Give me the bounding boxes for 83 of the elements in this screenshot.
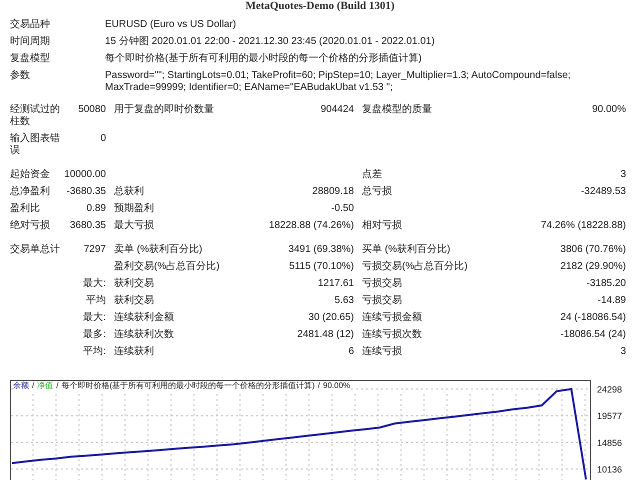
table-cell-text: 起始资金 bbox=[10, 169, 51, 181]
table-cell-text: 平均 bbox=[85, 295, 107, 307]
table-cell-text: 2481.48 (12) bbox=[296, 329, 355, 341]
legend-label: / bbox=[32, 381, 34, 391]
table-cell-text: 连续获利金额 bbox=[113, 312, 175, 324]
axis-label: 24298 bbox=[597, 384, 622, 395]
table-cell-text: 10000.00 bbox=[64, 169, 107, 181]
field-label: 复盘模型 bbox=[10, 53, 51, 65]
table-cell-text: 用于复盘的即时价数量 bbox=[113, 104, 215, 117]
table-cell-text: 30 (20.65) bbox=[307, 312, 355, 324]
axis-label: 10136 bbox=[597, 464, 622, 475]
table-cell-text: 连续获利次数 bbox=[113, 329, 175, 341]
field-label: 交易品种 bbox=[10, 19, 51, 31]
table-cell-text: 3806 (70.76%) bbox=[559, 244, 627, 256]
field-value: 每个即时价格(基于所有可利用的最小时段的每一个价格的分形插值计算) bbox=[105, 53, 423, 65]
table-cell-text: -3185.20 bbox=[586, 278, 627, 290]
table-cell-text: 交易单总计 bbox=[10, 244, 61, 256]
table-cell-text: 最大亏损 bbox=[113, 220, 155, 232]
table-cell-text: 总亏损 bbox=[361, 186, 393, 198]
table-cell-text: 28809.18 bbox=[311, 186, 355, 198]
table-cell-text: 绝对亏损 bbox=[10, 220, 51, 232]
table-cell-text: 亏损交易(%占总百分比) bbox=[361, 261, 469, 273]
field-value: 15 分钟图 2020.01.01 22:00 - 2021.12.30 23:45 (2020.01.01 - 2022.01.01) bbox=[105, 36, 436, 48]
field-label: 时间周期 bbox=[10, 36, 51, 48]
table-cell-text: 连续亏损 bbox=[361, 346, 403, 358]
legend-label: 余额 bbox=[13, 381, 29, 391]
table-cell-text: 24 (-18086.54) bbox=[559, 312, 627, 324]
field-value: EURUSD (Euro vs US Dollar) bbox=[105, 19, 238, 31]
table-cell-text: 5.63 bbox=[334, 295, 355, 307]
table-cell-text: 904424 bbox=[320, 104, 355, 117]
table-cell-text: 2182 (29.90%) bbox=[559, 261, 627, 273]
table-cell-text: 0.89 bbox=[86, 203, 107, 215]
table-cell-text: 3 bbox=[619, 346, 627, 358]
table-cell-text: 预期盈利 bbox=[113, 203, 155, 215]
table-cell-text: 平均: bbox=[82, 346, 107, 358]
table-cell-text: -14.89 bbox=[596, 295, 627, 307]
table-cell-text: 6 bbox=[347, 346, 355, 358]
table-cell-text: 7297 bbox=[82, 244, 107, 256]
table-cell-text: 获利交易 bbox=[113, 278, 155, 290]
table-cell-text: 5115 (70.10%) bbox=[288, 261, 355, 273]
table-cell-text: 3491 (69.38%) bbox=[287, 244, 355, 256]
table-cell-text: 50080 bbox=[77, 104, 107, 117]
table-cell-text: 盈利交易(%占总百分比) bbox=[113, 261, 221, 273]
axis-label: 14856 bbox=[597, 438, 622, 448]
legend-label: 90.00% bbox=[323, 381, 350, 391]
field-value: Password=""; StartingLots=0.01; TakeProfit=60; PipStep=10; Layer_Multiplier=1.3; AutoCompound=false; MaxTrade=99999; Identifier=0; EAName="EABudakUbat v1.53 "; bbox=[105, 70, 572, 94]
table-cell-text: 经测试过的柱数 bbox=[10, 104, 61, 128]
legend-label: / bbox=[56, 381, 58, 391]
table-cell-text: 总获利 bbox=[113, 186, 145, 198]
table-cell-text: 最大: bbox=[82, 278, 107, 290]
table-cell-text: 总净盈利 bbox=[10, 186, 51, 198]
table-cell-text: 盈利比 bbox=[10, 203, 41, 215]
table-cell-text: 输入图表错误 bbox=[10, 133, 61, 157]
table-cell-text: 最多: bbox=[82, 329, 107, 341]
field-label: 参数 bbox=[10, 70, 31, 83]
table-cell-text: 18228.88 (74.26%) bbox=[268, 220, 355, 232]
table-cell-text: 3680.35 bbox=[68, 220, 107, 232]
table-cell-text: 0 bbox=[99, 133, 107, 146]
table-cell-text: 最大: bbox=[82, 312, 107, 324]
table-cell-text: 连续亏损金额 bbox=[361, 312, 423, 324]
table-cell-text: 点差 bbox=[361, 169, 383, 181]
table-cell-text: 复盘模型的质量 bbox=[361, 104, 433, 117]
report-title: MetaQuotes-Demo (Build 1301) bbox=[244, 0, 396, 13]
table-cell-text: 亏损交易 bbox=[361, 295, 403, 307]
legend-label: 每个即时价格(基于所有可利用的最小时段的每一个价格的分形插值计算) bbox=[61, 381, 315, 391]
table-cell-text: 3 bbox=[619, 169, 627, 181]
table-cell-text: 买单 (%获利百分比) bbox=[361, 244, 452, 256]
table-cell-text: 亏损交易 bbox=[361, 278, 403, 290]
table-cell-text: 相对亏损 bbox=[361, 220, 403, 232]
table-cell-text: 74.26% (18228.88) bbox=[540, 220, 627, 232]
table-cell-text: -0.50 bbox=[330, 203, 355, 215]
legend-label: / bbox=[318, 381, 320, 391]
legend-label: 净值 bbox=[37, 381, 54, 391]
table-cell-text: -18086.54 (24) bbox=[559, 329, 627, 341]
table-cell-text: 获利交易 bbox=[113, 295, 155, 307]
table-cell-text: 连续获利 bbox=[113, 346, 155, 358]
table-cell-text: -32489.53 bbox=[580, 186, 627, 198]
table-cell-text: 90.00% bbox=[591, 104, 627, 117]
table-cell-text: 卖单 (%获利百分比) bbox=[113, 244, 204, 256]
axis-label: 19577 bbox=[597, 411, 622, 422]
table-cell-text: -3680.35 bbox=[66, 186, 107, 198]
table-cell-text: 连续亏损次数 bbox=[361, 329, 423, 341]
table-cell-text: 1217.61 bbox=[316, 278, 355, 290]
